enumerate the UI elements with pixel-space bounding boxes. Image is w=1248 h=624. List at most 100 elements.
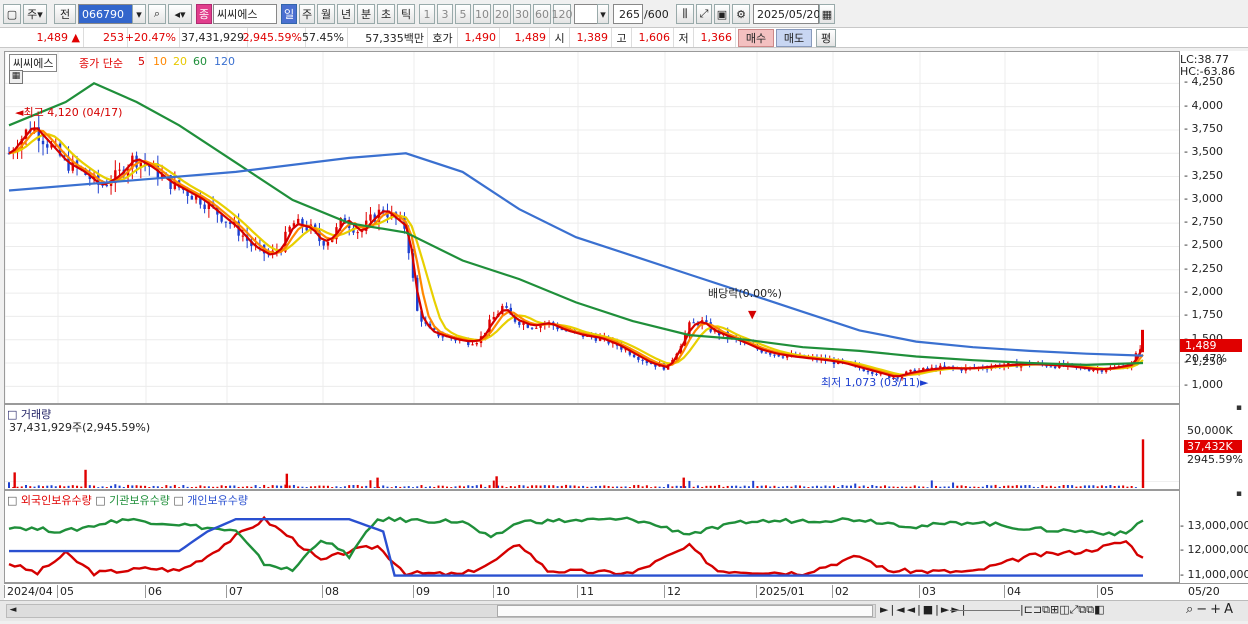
low-label: 저	[674, 28, 694, 47]
interval-30[interactable]: 30	[513, 4, 531, 24]
save-icon[interactable]: ▣	[714, 4, 730, 24]
grid-table-icon[interactable]: ▦	[9, 70, 23, 84]
scroll-left-icon[interactable]: ◄	[7, 605, 19, 617]
interval-20[interactable]: 20	[493, 4, 511, 24]
volume-bar	[190, 487, 193, 488]
volume-bar	[42, 486, 45, 488]
interval-dropdown-icon[interactable]: ▾	[597, 4, 609, 24]
zoom-icons[interactable]: ⌕−+A	[1186, 602, 1236, 617]
volume-bar	[1032, 486, 1035, 488]
volume-bar	[1079, 486, 1082, 488]
prev-button[interactable]: 전	[54, 4, 76, 24]
candle-body	[505, 305, 508, 308]
scroll-thumb[interactable]	[497, 605, 873, 617]
volume-tick: 50,000K	[1187, 424, 1233, 437]
period-tick[interactable]: 틱	[397, 4, 415, 24]
volume-bar	[837, 486, 840, 488]
dividend-annotation: 배당락(0.00%)	[708, 287, 782, 300]
draw-tool-icon[interactable]: ⤢	[696, 4, 712, 24]
x-tick: 10	[493, 585, 510, 598]
volume-bar	[173, 484, 176, 488]
volume-bar	[909, 486, 912, 488]
period-day[interactable]: 일	[281, 4, 297, 24]
eval-button[interactable]: 평	[816, 29, 836, 47]
interval-120[interactable]: 120	[552, 4, 573, 24]
candle-body	[768, 353, 772, 355]
volume-bar	[335, 486, 338, 488]
volume-bar	[709, 485, 712, 488]
candle-body	[118, 169, 121, 171]
volume-bar	[505, 487, 508, 488]
dividend-arrow-icon: ▼	[748, 308, 757, 321]
volume-bar	[480, 484, 483, 488]
volume-bar	[403, 486, 406, 488]
settings-gear-icon[interactable]: ⚙	[732, 4, 750, 24]
volume-bar	[543, 485, 546, 488]
volume-bar	[960, 485, 963, 488]
volume-peak-bar	[285, 473, 289, 488]
volume-bar	[573, 485, 576, 488]
x-tick: 05/20	[1188, 585, 1220, 598]
zoom-slider[interactable]	[950, 610, 1020, 624]
period-minute[interactable]: 분	[357, 4, 375, 24]
volume-bar	[696, 485, 699, 488]
count-input[interactable]: 265	[613, 4, 643, 24]
window-icon[interactable]: ▢	[3, 4, 21, 24]
interval-10[interactable]: 10	[473, 4, 491, 24]
volume-bar	[484, 486, 487, 488]
volume-bar	[981, 486, 984, 488]
view-tool-icons[interactable]: |⊏⊐⧉⊞◫⤢⧉⧉◧	[1020, 603, 1105, 617]
volume-bar	[246, 486, 249, 488]
interval-3[interactable]: 3	[437, 4, 453, 24]
week-label: 주	[27, 8, 38, 21]
period-year[interactable]: 년	[337, 4, 355, 24]
period-month[interactable]: 월	[317, 4, 335, 24]
volume-bar	[182, 485, 185, 488]
volume-bar	[1117, 485, 1120, 488]
sound-icon[interactable]: ◂▾	[168, 4, 192, 24]
volume-bar	[760, 485, 763, 488]
volume-value: 37,431,929	[180, 28, 248, 47]
price-chart[interactable]	[5, 52, 1179, 403]
volume-bar	[1007, 485, 1010, 488]
horizontal-scrollbar[interactable]: ◄	[6, 604, 876, 618]
volume-close-icon[interactable]: ▪	[1180, 403, 1242, 415]
volume-bar	[318, 485, 321, 488]
volume-bar	[879, 486, 882, 488]
date-input[interactable]: 2025/05/20	[753, 4, 820, 24]
buy-button[interactable]: 매수	[738, 29, 774, 47]
candle-body	[1104, 370, 1108, 372]
interval-1[interactable]: 1	[419, 4, 435, 24]
code-input[interactable]: 066790	[78, 4, 138, 24]
volume-bar	[212, 486, 215, 488]
code-dropdown-icon[interactable]: ▾	[132, 4, 146, 24]
candle-type-icon[interactable]: ⫼	[676, 4, 694, 24]
search-icon[interactable]: ⌕	[148, 4, 166, 24]
volume-panel: □ 거래량 37,431,929주(2,945.59%)	[4, 404, 1180, 490]
volume-chart[interactable]	[5, 405, 1179, 489]
volume-bar	[739, 486, 742, 488]
volume-bar	[156, 486, 159, 488]
volume-bar	[862, 485, 865, 488]
volume-bar	[16, 486, 19, 488]
candle-body	[441, 336, 444, 338]
interval-60[interactable]: 60	[533, 4, 551, 24]
holdings-close-icon[interactable]: ▪	[1180, 489, 1242, 501]
volume-bar	[101, 486, 104, 488]
name-badge: 종	[196, 4, 212, 24]
price-tick: - 2,000	[1184, 285, 1223, 299]
volume-bar	[1066, 485, 1069, 488]
week-button[interactable]: 주 ▾	[23, 4, 47, 24]
sell-button[interactable]: 매도	[776, 29, 812, 47]
volume-bar	[275, 485, 278, 488]
volume-bar	[577, 486, 580, 488]
period-week[interactable]: 주	[299, 4, 315, 24]
interval-5[interactable]: 5	[455, 4, 471, 24]
x-axis: 2024/04 05 06 07 08 09 10 11 12 2025/01 02 03 04 05 05…	[4, 583, 1248, 600]
period-second[interactable]: 초	[377, 4, 395, 24]
candle-body	[322, 241, 325, 246]
volume-bar	[1083, 485, 1086, 488]
calendar-icon[interactable]: ▦	[819, 4, 835, 24]
volume-bar	[1041, 484, 1044, 488]
stock-name-field[interactable]: 씨씨에스	[213, 4, 277, 24]
